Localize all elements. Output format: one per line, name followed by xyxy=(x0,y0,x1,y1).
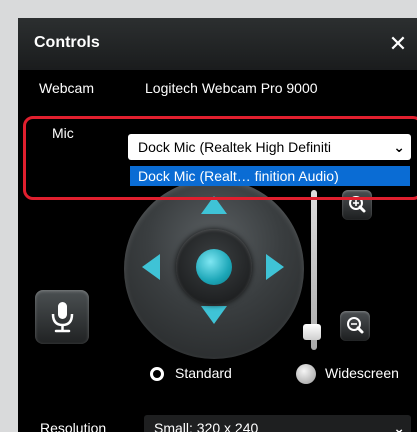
widescreen-radio[interactable] xyxy=(296,364,316,384)
arrow-right-icon[interactable] xyxy=(266,254,284,280)
standard-radio[interactable] xyxy=(150,367,164,381)
resolution-selected-value: Small: 320 x 240 xyxy=(154,420,259,432)
zoom-in-icon xyxy=(349,196,366,213)
webcam-value: Logitech Webcam Pro 9000 xyxy=(145,80,318,96)
arrow-left-icon[interactable] xyxy=(142,254,160,280)
chevron-down-icon: ⌄ xyxy=(393,420,405,432)
title-bar: Controls ✕ xyxy=(18,18,417,70)
joystick-center-button[interactable] xyxy=(196,249,232,285)
standard-label[interactable]: Standard xyxy=(175,365,232,381)
mic-selected-value: Dock Mic (Realtek High Definiti xyxy=(138,139,331,155)
widescreen-label[interactable]: Widescreen xyxy=(325,365,399,381)
zoom-slider-handle[interactable] xyxy=(303,324,321,340)
panel-title: Controls xyxy=(34,34,100,51)
zoom-out-icon xyxy=(347,317,364,334)
microphone-icon xyxy=(51,302,74,333)
resolution-label: Resolution xyxy=(40,420,107,432)
zoom-in-button[interactable] xyxy=(342,190,372,220)
mic-dropdown[interactable]: Dock Mic (Realtek High Definiti ⌄ xyxy=(128,134,411,160)
chevron-down-icon: ⌄ xyxy=(393,139,405,155)
webcam-label: Webcam xyxy=(39,80,94,96)
close-icon[interactable]: ✕ xyxy=(385,31,411,57)
arrow-down-icon[interactable] xyxy=(201,306,227,324)
mic-label: Mic xyxy=(52,125,74,141)
resolution-dropdown[interactable]: Small: 320 x 240 ⌄ xyxy=(144,415,411,432)
zoom-out-button[interactable] xyxy=(340,311,370,341)
mic-dropdown-option[interactable]: Dock Mic (Realt… finition Audio) xyxy=(130,166,410,186)
controls-panel: Controls ✕ Webcam Logitech Webcam Pro 90… xyxy=(18,18,417,432)
microphone-button[interactable] xyxy=(35,290,89,344)
arrow-up-icon[interactable] xyxy=(201,196,227,214)
